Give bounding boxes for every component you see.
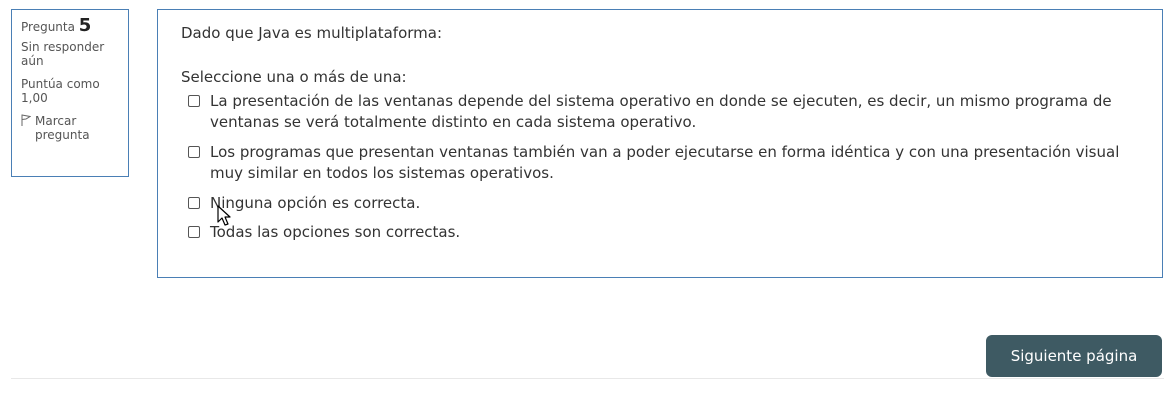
question-content: Dado que Java es multiplataforma: Selecc… <box>157 9 1163 278</box>
option-checkbox[interactable] <box>188 197 200 209</box>
option-checkbox[interactable] <box>188 95 200 107</box>
question-status: Sin responder aún <box>21 40 105 68</box>
question-score: Puntúa como 1,00 <box>21 77 100 105</box>
answer-option-3[interactable]: Ninguna opción es correcta. <box>181 193 1162 214</box>
mouse-pointer-icon <box>217 205 231 226</box>
footer-divider <box>11 378 1164 379</box>
flag-label: Marcar pregunta <box>35 114 90 142</box>
answer-option-1[interactable]: La presentación de las ventanas depende … <box>181 91 1162 133</box>
flag-question-link[interactable]: Marcar pregunta <box>21 114 120 142</box>
option-label[interactable]: Todas las opciones son correctas. <box>210 222 1120 243</box>
question-info-panel: Pregunta 5 Sin responder aún Puntúa como… <box>11 9 129 177</box>
option-label[interactable]: Ninguna opción es correcta. <box>210 193 1120 214</box>
answer-option-2[interactable]: Los programas que presentan ventanas tam… <box>181 142 1162 184</box>
option-label[interactable]: Los programas que presentan ventanas tam… <box>210 142 1120 184</box>
answer-option-4[interactable]: Todas las opciones son correctas. <box>181 222 1162 243</box>
option-label[interactable]: La presentación de las ventanas depende … <box>210 91 1120 133</box>
question-number-line: Pregunta 5 <box>21 17 120 35</box>
question-text: Dado que Java es multiplataforma: <box>181 24 443 42</box>
next-page-button[interactable]: Siguiente página <box>986 335 1162 377</box>
option-checkbox[interactable] <box>188 146 200 158</box>
answer-prompt: Seleccione una o más de una: <box>181 68 407 86</box>
option-checkbox[interactable] <box>188 226 200 238</box>
question-label: Pregunta <box>21 20 75 34</box>
flag-icon <box>21 114 32 126</box>
question-number: 5 <box>78 15 92 36</box>
